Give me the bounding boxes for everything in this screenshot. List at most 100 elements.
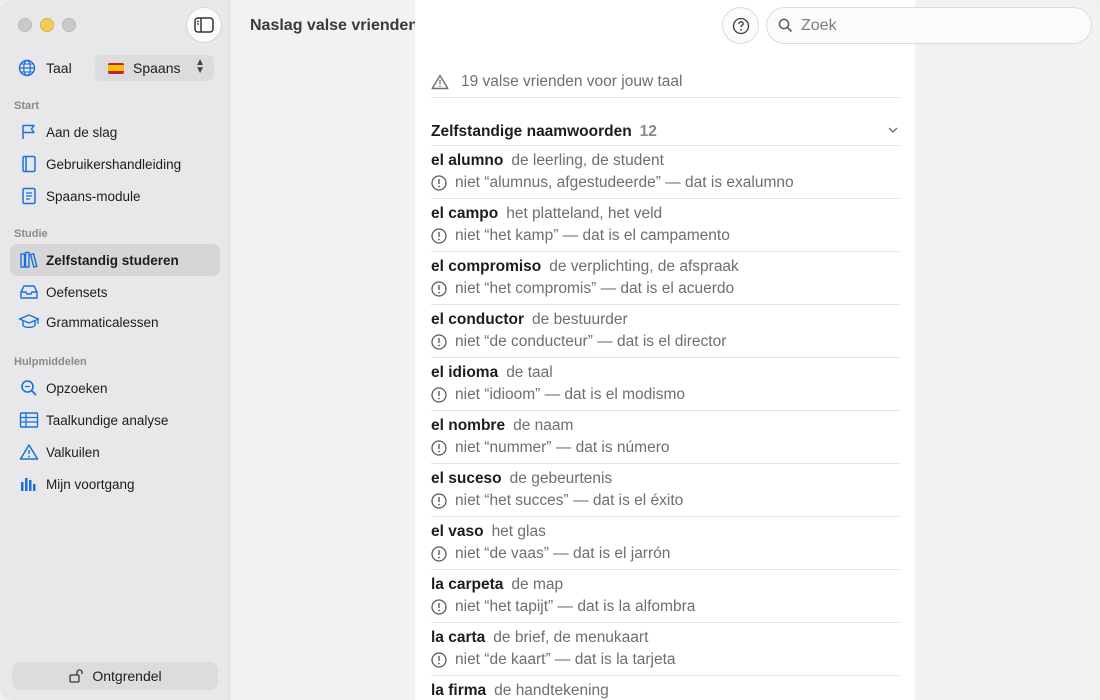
list-item[interactable]: el conductor de bestuurder niet “de conduc… bbox=[431, 305, 899, 358]
window-controls bbox=[18, 18, 76, 32]
section-label-start: Start bbox=[14, 100, 40, 112]
sidebar-item-label: Oefensets bbox=[46, 284, 108, 300]
warning-icon bbox=[19, 444, 39, 460]
entry-note-row: niet “de conducteur” — dat is el directo… bbox=[431, 333, 726, 351]
sidebar-item-label: Zelfstandig studeren bbox=[46, 252, 179, 268]
help-button[interactable] bbox=[722, 7, 759, 44]
list-item[interactable]: el campo het platteland, het veld niet “he… bbox=[431, 199, 899, 252]
entry-heading: el suceso de gebeurtenis bbox=[431, 470, 612, 488]
list-item[interactable]: la carpeta de map niet “het tapijt” — dat … bbox=[431, 570, 899, 623]
group-count: 12 bbox=[639, 123, 657, 140]
sidebar-item-taalkundige-analyse[interactable]: Taalkundige analyse bbox=[10, 404, 220, 436]
entry-word: la carpeta bbox=[431, 576, 504, 593]
sidebar-item-label: Aan de slag bbox=[46, 124, 118, 140]
search-field[interactable] bbox=[766, 7, 1092, 44]
graduation-cap-icon bbox=[18, 314, 40, 329]
entry-heading: el idioma de taal bbox=[431, 364, 553, 382]
chevron-down-icon bbox=[888, 127, 898, 133]
entry-word: el alumno bbox=[431, 152, 504, 169]
sidebar-item-oefensets[interactable]: Oefensets bbox=[10, 276, 220, 308]
entry-meaning: het platteland, het veld bbox=[506, 205, 663, 222]
sidebar-item-label: Opzoeken bbox=[46, 380, 108, 396]
exclamation-circle-icon bbox=[431, 334, 447, 350]
entry-heading: el nombre de naam bbox=[431, 417, 573, 435]
exclamation-circle-icon bbox=[431, 387, 447, 403]
entry-note: niet “het tapijt” — dat is la alfombra bbox=[455, 598, 696, 615]
chevron-up-down-icon: ▲ ▼ bbox=[195, 57, 205, 76]
entry-heading: el vaso het glas bbox=[431, 523, 546, 541]
page-title: Naslag valse vrienden bbox=[250, 17, 419, 34]
sidebar-item-opzoeken[interactable]: Opzoeken bbox=[10, 372, 220, 404]
entry-word: el nombre bbox=[431, 417, 506, 434]
minimize-window-button[interactable] bbox=[40, 18, 54, 32]
tray-icon bbox=[20, 285, 38, 299]
search-input[interactable] bbox=[801, 16, 1061, 35]
entry-note: niet “alumnus, afgestudeerde” — dat is e… bbox=[455, 174, 794, 191]
sidebar-item-spaans-module[interactable]: Spaans-module bbox=[10, 180, 220, 212]
exclamation-circle-icon bbox=[431, 652, 447, 668]
books-icon bbox=[20, 251, 38, 268]
entry-note: niet “het kamp” — dat is el campamento bbox=[455, 227, 730, 244]
sidebar-item-label: Grammaticalessen bbox=[46, 314, 159, 330]
language-label: Taal bbox=[46, 60, 72, 76]
language-select[interactable]: Spaans ▲ ▼ bbox=[95, 55, 214, 81]
entries-list: el alumno de leerling, de student niet “al… bbox=[431, 146, 899, 700]
list-item[interactable]: la firma de handtekening bbox=[431, 676, 899, 700]
entry-note: niet “de conducteur” — dat is el directo… bbox=[455, 333, 727, 350]
entry-meaning: de brief, de menukaart bbox=[493, 629, 649, 646]
entry-note-row: niet “idioom” — dat is el modismo bbox=[431, 386, 685, 404]
magnifier-icon bbox=[21, 380, 37, 396]
document-icon bbox=[22, 187, 36, 205]
unlock-icon bbox=[69, 669, 84, 683]
entry-note: niet “het succes” — dat is el éxito bbox=[455, 492, 684, 509]
search-icon bbox=[778, 18, 793, 33]
sidebar-item-mijn-voortgang[interactable]: Mijn voortgang bbox=[10, 468, 220, 500]
entry-note: niet “nummer” — dat is número bbox=[455, 439, 670, 456]
entry-heading: el alumno de leerling, de student bbox=[431, 152, 664, 170]
sidebar-toggle-button[interactable] bbox=[186, 7, 222, 43]
entry-note-row: niet “de vaas” — dat is el jarrón bbox=[431, 545, 670, 563]
entry-meaning: de verplichting, de afspraak bbox=[549, 258, 739, 275]
group-header-nouns[interactable]: Zelfstandige naamwoorden 12 bbox=[431, 119, 899, 146]
list-item[interactable]: el vaso het glas niet “de vaas” — dat is e… bbox=[431, 517, 899, 570]
list-item[interactable]: la carta de brief, de menukaart niet “de k… bbox=[431, 623, 899, 676]
entry-note-row: niet “nummer” — dat is número bbox=[431, 439, 670, 457]
sidebar-item-grammaticalessen[interactable]: Grammaticalessen bbox=[10, 306, 220, 338]
unlock-button[interactable]: Ontgrendel bbox=[12, 662, 218, 690]
exclamation-circle-icon bbox=[431, 493, 447, 509]
sidebar-item-gebruikershandleiding[interactable]: Gebruikershandleiding bbox=[10, 148, 220, 180]
entry-heading: la firma de handtekening bbox=[431, 682, 609, 700]
list-item[interactable]: el suceso de gebeurtenis niet “het succes”… bbox=[431, 464, 899, 517]
unlock-label: Ontgrendel bbox=[92, 668, 162, 684]
exclamation-circle-icon bbox=[431, 175, 447, 191]
list-item[interactable]: el idioma de taal niet “idioom” — dat is e… bbox=[431, 358, 899, 411]
entry-heading: el compromiso de verplichting, de afspraa… bbox=[431, 258, 739, 276]
close-window-button[interactable] bbox=[18, 18, 32, 32]
exclamation-circle-icon bbox=[431, 546, 447, 562]
list-item[interactable]: el alumno de leerling, de student niet “al… bbox=[431, 146, 899, 199]
app-window: Taal Spaans ▲ ▼ Start Aan de slag Gebruik… bbox=[0, 0, 1100, 700]
group-title: Zelfstandige naamwoorden bbox=[431, 123, 632, 140]
entry-meaning: de leerling, de student bbox=[511, 152, 664, 169]
zoom-window-button[interactable] bbox=[62, 18, 76, 32]
entry-note: niet “het compromis” — dat is el acuerdo bbox=[455, 280, 735, 297]
spain-flag-icon bbox=[108, 62, 124, 74]
sidebar-item-label: Valkuilen bbox=[46, 444, 100, 460]
bar-chart-icon bbox=[21, 478, 36, 491]
count-text: 19 valse vrienden voor jouw taal bbox=[461, 72, 683, 90]
entry-word: el vaso bbox=[431, 523, 484, 540]
sidebar-item-valkuilen[interactable]: Valkuilen bbox=[10, 436, 220, 468]
entry-note-row: niet “het compromis” — dat is el acuerdo bbox=[431, 280, 734, 298]
list-item[interactable]: el nombre de naam niet “nummer” — dat is n… bbox=[431, 411, 899, 464]
sidebar-item-aan-de-slag[interactable]: Aan de slag bbox=[10, 116, 220, 148]
entry-note: niet “de vaas” — dat is el jarrón bbox=[455, 545, 671, 562]
entry-heading: la carta de brief, de menukaart bbox=[431, 629, 648, 647]
sidebar-item-zelfstandig-studeren[interactable]: Zelfstandig studeren bbox=[10, 244, 220, 276]
entry-meaning: het glas bbox=[491, 523, 546, 540]
entry-note-row: niet “alumnus, afgestudeerde” — dat is e… bbox=[431, 174, 794, 192]
sidebar-item-label: Gebruikershandleiding bbox=[46, 156, 182, 172]
list-item[interactable]: el compromiso de verplichting, de afspraa… bbox=[431, 252, 899, 305]
entry-heading: el conductor de bestuurder bbox=[431, 311, 628, 329]
entry-meaning: de taal bbox=[506, 364, 553, 381]
entry-word: el campo bbox=[431, 205, 499, 222]
